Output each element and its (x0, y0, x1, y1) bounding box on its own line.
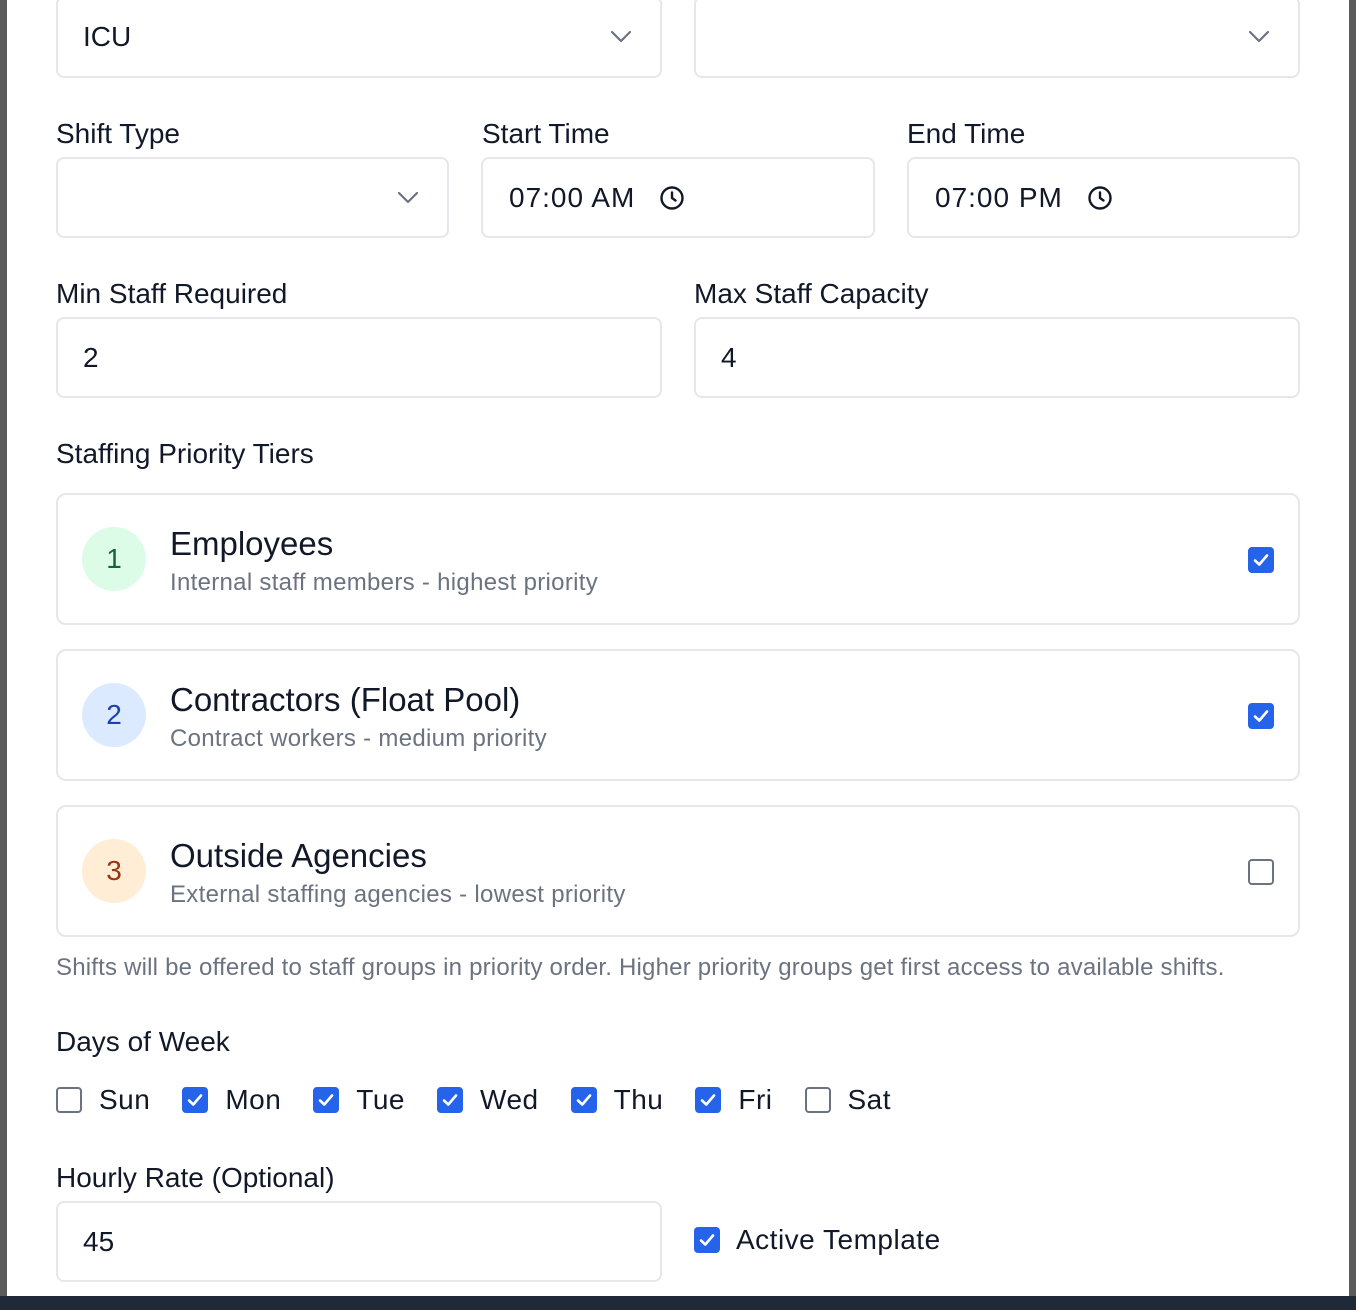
day-checkbox[interactable] (695, 1087, 722, 1113)
overlay-backdrop-right (1349, 0, 1356, 1296)
priority-help-text: Shifts will be offered to staff groups i… (56, 954, 1225, 981)
day-option-sat[interactable]: Sat (804, 1084, 892, 1116)
chevron-down-icon (1248, 30, 1270, 43)
check-icon (576, 1094, 591, 1106)
tier-description: Internal staff members - highest priorit… (170, 569, 599, 596)
days-of-week-group: Sun Mon Tue Wed Thu Fri Sat (56, 1084, 923, 1116)
clock-icon[interactable] (659, 185, 685, 211)
day-label: Wed (480, 1084, 539, 1115)
chevron-down-icon (397, 191, 419, 203)
tier-rank-badge: 2 (82, 683, 146, 747)
max-staff-value: 4 (721, 341, 737, 373)
secondary-select[interactable] (694, 0, 1300, 78)
tier-title: Employees (170, 525, 334, 562)
day-checkbox[interactable] (804, 1087, 831, 1113)
min-staff-label: Min Staff Required (56, 278, 288, 309)
min-staff-input[interactable]: 2 (56, 317, 662, 398)
tier-description: External staffing agencies - lowest prio… (170, 881, 626, 908)
max-staff-input[interactable]: 4 (694, 317, 1300, 398)
check-icon (318, 1094, 334, 1106)
day-checkbox[interactable] (437, 1087, 464, 1113)
day-label: Mon (225, 1084, 282, 1115)
active-template-label: Active Template (736, 1224, 941, 1255)
start-time-value: 07:00 AM (509, 181, 636, 213)
check-icon (699, 1234, 715, 1246)
end-time-label: End Time (907, 118, 1026, 149)
check-icon (1253, 554, 1269, 566)
day-label: Tue (356, 1084, 406, 1115)
day-checkbox[interactable] (182, 1087, 209, 1113)
shift-type-select[interactable] (56, 157, 449, 238)
tier-checkbox-contractors[interactable] (1248, 703, 1274, 729)
days-of-week-label: Days of Week (56, 1026, 230, 1057)
hourly-rate-label: Hourly Rate (Optional) (56, 1162, 335, 1193)
overlay-backdrop-left (0, 0, 7, 1310)
department-select[interactable]: ICU (56, 0, 662, 78)
chevron-down-icon (610, 30, 632, 43)
start-time-label: Start Time (482, 118, 610, 149)
day-label: Sat (847, 1084, 892, 1115)
hourly-rate-input[interactable]: 45 (56, 1201, 662, 1282)
max-staff-label: Max Staff Capacity (694, 278, 929, 309)
active-template-toggle[interactable]: Active Template (694, 1224, 941, 1256)
priority-tiers-heading: Staffing Priority Tiers (56, 438, 314, 469)
tier-title: Contractors (Float Pool) (170, 681, 521, 718)
day-option-thu[interactable]: Thu (570, 1084, 664, 1116)
day-option-fri[interactable]: Fri (695, 1084, 772, 1116)
check-icon (188, 1094, 203, 1106)
day-checkbox[interactable] (570, 1087, 597, 1113)
tier-rank-badge: 3 (82, 839, 146, 903)
end-time-value: 07:00 PM (935, 181, 1063, 213)
tier-checkbox-employees[interactable] (1248, 547, 1274, 573)
day-option-mon[interactable]: Mon (182, 1084, 281, 1116)
clock-icon[interactable] (1087, 185, 1113, 211)
tier-description: Contract workers - medium priority (170, 725, 547, 752)
check-icon (442, 1094, 458, 1106)
tier-title: Outside Agencies (170, 837, 427, 874)
day-label: Sun (99, 1084, 151, 1115)
active-template-checkbox[interactable] (694, 1227, 720, 1253)
department-select-value: ICU (83, 21, 132, 52)
day-option-sun[interactable]: Sun (56, 1084, 150, 1116)
check-icon (701, 1094, 716, 1106)
tier-card-agencies[interactable]: 3 Outside Agencies External staffing age… (56, 805, 1300, 937)
shift-type-label: Shift Type (56, 118, 181, 149)
overlay-backdrop-bottom (0, 1296, 1356, 1310)
tier-card-employees[interactable]: 1 Employees Internal staff members - hig… (56, 493, 1300, 625)
hourly-rate-value: 45 (83, 1225, 115, 1257)
day-option-wed[interactable]: Wed (437, 1084, 539, 1116)
end-time-input[interactable]: 07:00 PM (907, 157, 1300, 238)
start-time-input[interactable]: 07:00 AM (481, 157, 875, 238)
min-staff-value: 2 (83, 341, 99, 373)
day-label: Fri (738, 1084, 773, 1115)
day-option-tue[interactable]: Tue (313, 1084, 405, 1116)
check-icon (1253, 710, 1269, 722)
tier-checkbox-agencies[interactable] (1248, 859, 1274, 885)
tier-card-contractors[interactable]: 2 Contractors (Float Pool) Contract work… (56, 649, 1300, 781)
day-checkbox[interactable] (313, 1087, 340, 1113)
shift-template-form: ICU Shift Type Start Time End Time 07:00… (0, 0, 1356, 1310)
day-label: Thu (613, 1084, 664, 1115)
tier-rank-badge: 1 (82, 527, 146, 591)
day-checkbox[interactable] (56, 1087, 82, 1113)
